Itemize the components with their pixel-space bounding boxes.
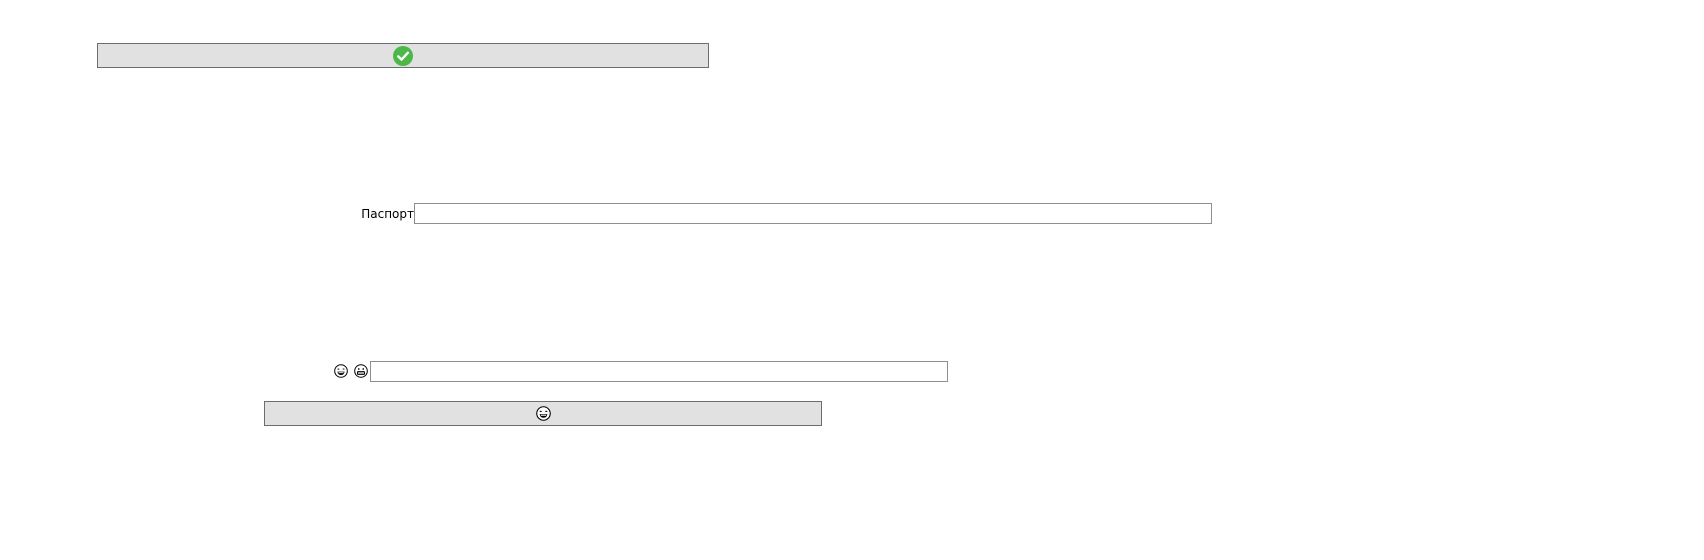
grinning-face-icon (354, 364, 368, 378)
laughing-face-icon (535, 406, 551, 421)
green-checkmark-icon (393, 45, 413, 66)
laughing-face-icon (334, 364, 348, 378)
laugh-button[interactable] (264, 401, 822, 426)
confirm-button[interactable] (97, 43, 709, 68)
passport-label: Паспорт (361, 207, 414, 221)
passport-input[interactable] (414, 203, 1212, 224)
emoji-label (334, 364, 368, 378)
emoji-input[interactable] (370, 361, 948, 382)
